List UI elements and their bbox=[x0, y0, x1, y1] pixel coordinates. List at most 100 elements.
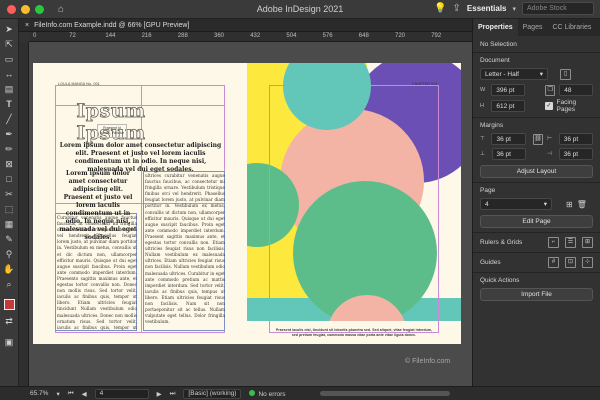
height-input[interactable]: 612 pt bbox=[491, 100, 526, 112]
preflight-status[interactable]: No errors bbox=[249, 389, 286, 398]
subtitle-text[interactable]: Praesent id iaculis, Pariatur bbox=[97, 124, 127, 138]
first-page-icon[interactable]: ⏮ bbox=[68, 390, 74, 398]
show-guides-icon[interactable]: # bbox=[548, 257, 559, 268]
ruler-tick-label: 72 bbox=[69, 33, 76, 39]
new-page-icon[interactable]: ⊞ bbox=[566, 200, 573, 209]
prev-page-icon[interactable]: ◀ bbox=[82, 390, 87, 398]
panel-tabs: Properties Pages CC Libraries bbox=[473, 19, 600, 36]
chevron-down-icon[interactable]: ▾ bbox=[56, 390, 59, 398]
ruler-tick-label: 216 bbox=[141, 33, 152, 39]
horizontal-ruler[interactable]: 0 72 144 216 288 360 432 504 576 648 720 792 bbox=[29, 32, 472, 42]
delete-page-icon[interactable]: 🗑 bbox=[577, 200, 587, 209]
facing-pages-label: Facing Pages bbox=[556, 99, 577, 113]
pages-count-icon: ❐ bbox=[545, 84, 556, 96]
scissors-tool-icon[interactable]: ✂ bbox=[3, 188, 16, 201]
right-page-margin-guides bbox=[269, 85, 439, 333]
margin-inside-input[interactable]: 36 pt bbox=[558, 133, 594, 145]
ruler-tick-label: 720 bbox=[395, 33, 406, 39]
selection-tool-icon[interactable]: ➤ bbox=[3, 23, 16, 36]
ruler-tick-label: 144 bbox=[105, 33, 116, 39]
adjust-layout-button[interactable]: Adjust Layout bbox=[480, 165, 593, 178]
tab-cc-libraries[interactable]: CC Libraries bbox=[547, 19, 596, 36]
width-input[interactable]: 396 pt bbox=[491, 84, 526, 96]
baseline-grid-icon[interactable]: ☰ bbox=[565, 237, 576, 248]
workspace-switcher[interactable]: Essentials bbox=[467, 4, 507, 13]
right-page[interactable] bbox=[247, 63, 461, 344]
document-grid-icon[interactable]: ⊞ bbox=[582, 237, 593, 248]
chevron-down-icon: ▾ bbox=[539, 71, 543, 78]
zoom-tool-icon[interactable]: ⌕ bbox=[3, 278, 16, 291]
adobe-stock-search[interactable]: Adobe Stock bbox=[522, 2, 594, 15]
last-page-icon[interactable]: ⏭ bbox=[170, 390, 176, 398]
direct-selection-tool-icon[interactable]: ⇱ bbox=[3, 38, 16, 51]
page-size-dropdown[interactable]: Letter - Half ▾ bbox=[480, 68, 548, 80]
rectangle-tool-icon[interactable]: □ bbox=[3, 173, 16, 186]
ruler-tick-label: 648 bbox=[358, 33, 369, 39]
share-icon[interactable]: ⇪ bbox=[453, 3, 461, 14]
minimize-window-button[interactable] bbox=[21, 4, 30, 14]
close-tab-icon[interactable]: × bbox=[25, 22, 29, 29]
close-window-button[interactable] bbox=[7, 4, 16, 14]
import-file-button[interactable]: Import File bbox=[480, 288, 593, 301]
type-tool-icon[interactable]: T bbox=[3, 98, 16, 111]
hand-tool-icon[interactable]: ✋ bbox=[3, 263, 16, 276]
gap-tool-icon[interactable]: ↔ bbox=[3, 68, 16, 81]
image-caption[interactable]: Praesent iaculis nisl, tincidunt sit lob… bbox=[274, 328, 434, 338]
width-label: W bbox=[480, 87, 486, 93]
fileinfo-watermark: © FileInfo.com bbox=[405, 358, 451, 365]
ruler-icon[interactable]: ⌐ bbox=[548, 237, 559, 248]
page-size-value: Letter - Half bbox=[485, 70, 519, 78]
swap-colors-icon[interactable]: ⇄ bbox=[3, 315, 16, 328]
status-ok-icon bbox=[249, 389, 256, 396]
pencil-tool-icon[interactable]: ✏ bbox=[3, 143, 16, 156]
smart-guides-icon[interactable]: ⊹ bbox=[582, 257, 593, 268]
free-transform-tool-icon[interactable]: ⬚ bbox=[3, 203, 16, 216]
screen-mode-icon[interactable]: ▣ bbox=[3, 336, 16, 349]
next-page-icon[interactable]: ▶ bbox=[157, 390, 162, 398]
link-margins-icon[interactable]: ⛓ bbox=[532, 133, 544, 145]
rectangle-frame-tool-icon[interactable]: ⊠ bbox=[3, 158, 16, 171]
tab-properties[interactable]: Properties bbox=[473, 19, 518, 36]
margin-top-input[interactable]: 36 pt bbox=[491, 133, 526, 145]
page-tool-icon[interactable]: ▭ bbox=[3, 53, 16, 66]
facing-pages-checkbox[interactable]: ✓ bbox=[545, 102, 553, 110]
body-text-left-column[interactable]: Curabitur venenatis augue fauctus faucib… bbox=[57, 215, 137, 330]
fill-swatch[interactable] bbox=[3, 299, 15, 310]
margin-inside-icon: ⊢ bbox=[547, 136, 553, 142]
preflight-profile[interactable]: [Basic] (working) bbox=[183, 388, 242, 399]
margin-bottom-input[interactable]: 36 pt bbox=[491, 148, 526, 160]
lock-guides-icon[interactable]: ⊡ bbox=[565, 257, 576, 268]
vertical-ruler[interactable] bbox=[19, 42, 29, 386]
ruler-tick-label: 432 bbox=[250, 33, 261, 39]
gradient-tool-icon[interactable]: ▦ bbox=[3, 218, 16, 231]
zoom-level[interactable]: 65.7% bbox=[30, 390, 48, 397]
margin-outside-input[interactable]: 36 pt bbox=[558, 148, 594, 160]
line-tool-icon[interactable]: ╱ bbox=[3, 113, 16, 126]
edit-page-button[interactable]: Edit Page bbox=[480, 215, 593, 228]
document-tab[interactable]: × FileInfo.com Example.indd @ 66% [GPU P… bbox=[19, 19, 472, 32]
eyedropper-tool-icon[interactable]: ⚲ bbox=[3, 248, 16, 261]
tools-panel: ➤ ⇱ ▭ ↔ ▤ T ╱ ✒ ✏ ⊠ □ ✂ ⬚ ▦ ✎ ⚲ ✋ ⌕ ⇄ ▣ bbox=[0, 19, 19, 386]
horizontal-scrollbar[interactable] bbox=[320, 391, 450, 396]
pen-tool-icon[interactable]: ✒ bbox=[3, 128, 16, 141]
ruler-tick-label: 504 bbox=[286, 33, 297, 39]
document-tab-label: FileInfo.com Example.indd @ 66% [GPU Pre… bbox=[34, 22, 190, 29]
selection-status: No Selection bbox=[480, 41, 517, 48]
pages-count-input[interactable]: 48 bbox=[559, 84, 593, 96]
rulers-grids-label: Rulers & Grids bbox=[480, 239, 523, 246]
tab-pages[interactable]: Pages bbox=[518, 19, 548, 36]
zoom-window-button[interactable] bbox=[35, 4, 44, 14]
note-tool-icon[interactable]: ✎ bbox=[3, 233, 16, 246]
page-dropdown[interactable]: 4 ▾ bbox=[480, 198, 552, 210]
chevron-down-icon[interactable]: ▾ bbox=[512, 5, 516, 13]
body-text-right-column[interactable]: ultrices curabitur venenatis augue fauct… bbox=[145, 173, 225, 330]
home-icon[interactable]: ⌂ bbox=[58, 4, 64, 15]
page-number-field[interactable]: 4 bbox=[94, 388, 149, 399]
content-collector-icon[interactable]: ▤ bbox=[3, 83, 16, 96]
document-section-label: Document bbox=[480, 57, 510, 64]
title-bar: ⌂ Adobe InDesign 2021 💡 ⇪ Essentials ▾ A… bbox=[0, 0, 600, 19]
lightbulb-icon[interactable]: 💡 bbox=[434, 3, 446, 14]
margin-bottom-icon: ⊥ bbox=[480, 151, 485, 157]
portrait-orientation-icon[interactable]: ▯ bbox=[560, 68, 571, 80]
errors-text: No errors bbox=[258, 390, 286, 398]
